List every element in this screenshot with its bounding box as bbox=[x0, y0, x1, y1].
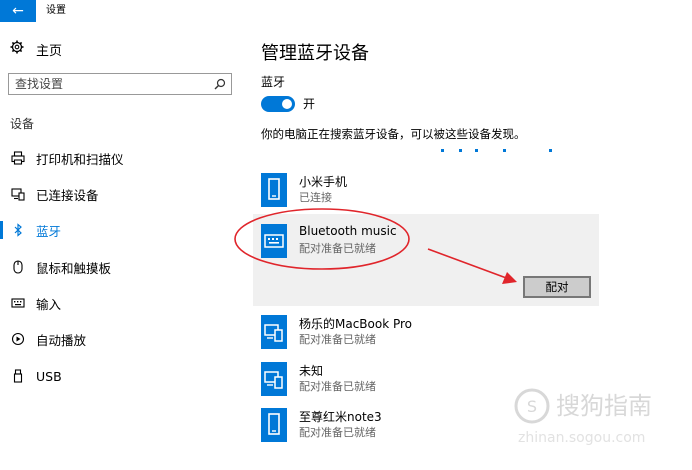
title-bar: ← 设置 bbox=[0, 0, 692, 22]
device-status: 配对准备已就绪 bbox=[299, 426, 376, 439]
printer-icon bbox=[10, 150, 26, 166]
bluetooth-label: 蓝牙 bbox=[261, 75, 286, 89]
sidebar-item-connected-devices[interactable]: 已连接设备 bbox=[0, 183, 245, 205]
device-name: 杨乐的MacBook Pro bbox=[299, 317, 413, 331]
window-title: 设置 bbox=[46, 5, 66, 16]
page-title: 管理蓝牙设备 bbox=[261, 43, 369, 64]
sidebar-item-typing[interactable]: 输入 bbox=[0, 292, 245, 314]
mouse-icon bbox=[10, 259, 26, 275]
sidebar-item-printers[interactable]: 打印机和扫描仪 bbox=[0, 147, 245, 169]
sidebar-item-mouse[interactable]: 鼠标和触摸板 bbox=[0, 256, 245, 278]
phone-icon bbox=[261, 408, 287, 442]
device-item-xiaomi[interactable]: 小米手机 已连接 bbox=[253, 170, 599, 216]
sidebar-item-label: 已连接设备 bbox=[36, 187, 99, 203]
sidebar-item-label: 鼠标和触摸板 bbox=[36, 260, 112, 276]
watermark-logo: S 搜狗指南 zhinan.sogou.com bbox=[514, 388, 652, 446]
search-box[interactable] bbox=[8, 73, 232, 95]
pair-button[interactable]: 配对 bbox=[523, 276, 591, 298]
sidebar: 主页 设备 打印机和扫描仪 已连接设备 蓝牙 鼠标和触摸板 bbox=[0, 22, 245, 470]
sidebar-item-label: 打印机和扫描仪 bbox=[36, 151, 124, 167]
toggle-state-label: 开 bbox=[303, 97, 316, 111]
toggle-knob bbox=[282, 99, 292, 109]
device-status: 配对准备已就绪 bbox=[299, 380, 376, 393]
device-name: 至尊红米note3 bbox=[299, 410, 382, 424]
device-item-bluetooth-music[interactable]: Bluetooth music 配对准备已就绪 配对 bbox=[253, 214, 599, 306]
gear-icon bbox=[10, 40, 24, 58]
section-label: 设备 bbox=[10, 117, 35, 131]
svg-text:zhinan.sogou.com: zhinan.sogou.com bbox=[518, 430, 645, 446]
keyboard-device-icon bbox=[261, 224, 287, 258]
device-name: 未知 bbox=[299, 364, 324, 378]
keyboard-icon bbox=[10, 295, 26, 311]
sidebar-item-usb[interactable]: USB bbox=[0, 365, 245, 387]
searching-status: 你的电脑正在搜索蓝牙设备，可以被这些设备发现。 bbox=[261, 127, 526, 141]
svg-text:搜狗指南: 搜狗指南 bbox=[556, 392, 652, 420]
autoplay-icon bbox=[10, 331, 26, 347]
bluetooth-icon bbox=[10, 222, 26, 238]
computer-phone-icon bbox=[261, 362, 287, 396]
back-button[interactable]: ← bbox=[0, 0, 36, 22]
phone-icon bbox=[261, 173, 287, 207]
sidebar-item-autoplay[interactable]: 自动播放 bbox=[0, 328, 245, 350]
home-nav-item[interactable]: 主页 bbox=[10, 39, 62, 59]
connected-devices-icon bbox=[10, 186, 26, 202]
sidebar-item-label: USB bbox=[36, 368, 62, 384]
bluetooth-toggle[interactable] bbox=[261, 96, 295, 112]
device-status: 配对准备已就绪 bbox=[299, 333, 376, 346]
device-name: Bluetooth music bbox=[299, 224, 397, 238]
device-status: 已连接 bbox=[299, 191, 332, 204]
device-name: 小米手机 bbox=[299, 175, 348, 189]
sidebar-item-label: 输入 bbox=[36, 296, 62, 312]
device-status: 配对准备已就绪 bbox=[299, 242, 376, 255]
sidebar-item-bluetooth[interactable]: 蓝牙 bbox=[0, 219, 245, 241]
usb-icon bbox=[10, 368, 26, 384]
home-label: 主页 bbox=[36, 43, 63, 59]
search-input[interactable] bbox=[15, 74, 205, 94]
sidebar-item-label: 蓝牙 bbox=[36, 223, 62, 239]
progress-dots bbox=[441, 149, 561, 153]
device-item-macbook[interactable]: 杨乐的MacBook Pro 配对准备已就绪 bbox=[253, 312, 599, 358]
sidebar-item-label: 自动播放 bbox=[36, 332, 87, 348]
computer-phone-icon bbox=[261, 315, 287, 349]
search-icon[interactable] bbox=[213, 76, 227, 90]
svg-text:S: S bbox=[527, 397, 537, 416]
